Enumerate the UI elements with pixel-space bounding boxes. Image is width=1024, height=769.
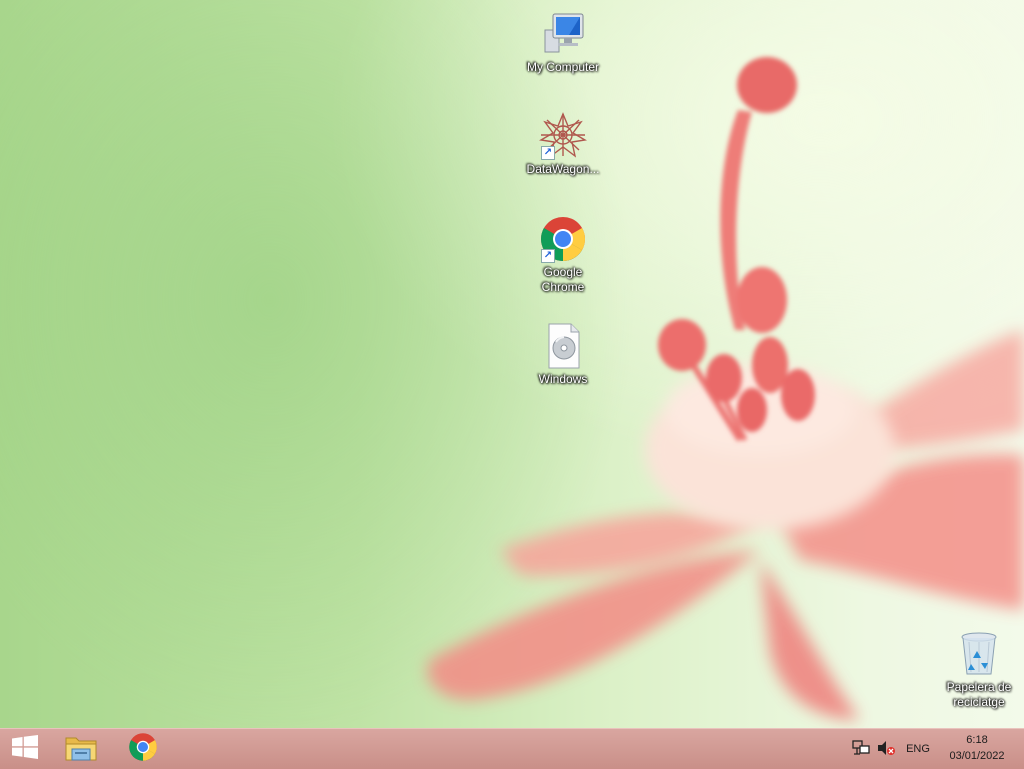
datawagon-icon: ↗ <box>538 112 588 160</box>
chrome-icon: ↗ <box>539 215 587 263</box>
my-computer-icon <box>539 10 587 58</box>
taskbar-file-explorer-button[interactable] <box>56 729 106 769</box>
clock-date: 03/01/2022 <box>949 750 1005 762</box>
tray-network-button[interactable] <box>848 729 874 769</box>
taskbar: ENG 6:18 03/01/2022 <box>0 728 1024 769</box>
desktop-icon-label: Google Chrome <box>541 265 585 294</box>
language-label: ENG <box>906 743 930 755</box>
clock-time: 6:18 <box>966 734 988 746</box>
desktop-icon-label: My Computer <box>526 60 600 74</box>
wallpaper-flower-image <box>427 57 1024 720</box>
tray-language-indicator[interactable]: ENG <box>900 729 936 769</box>
taskbar-chrome-button[interactable] <box>118 729 168 769</box>
start-button[interactable] <box>0 729 50 769</box>
desktop-icon-windows[interactable]: Windows <box>518 322 608 387</box>
shortcut-arrow-icon: ↗ <box>541 249 555 263</box>
desktop-icon-label: Windows <box>538 372 588 386</box>
file-explorer-icon <box>64 732 98 767</box>
recycle-bin-icon <box>955 630 1003 678</box>
desktop-icon-label: DataWagon... <box>526 162 600 176</box>
chrome-icon <box>128 732 158 767</box>
desktop-icon-google-chrome[interactable]: ↗ Google Chrome <box>518 215 608 295</box>
desktop-icon-recycle-bin[interactable]: Papelera de reciclatge <box>934 630 1024 710</box>
tray-volume-button[interactable] <box>874 729 898 769</box>
tray-clock[interactable]: 6:18 03/01/2022 <box>942 732 1012 764</box>
network-icon <box>852 739 870 759</box>
desktop-icon-label: Papelera de reciclatge <box>946 680 1012 709</box>
volume-muted-icon <box>877 740 895 759</box>
windows-logo-icon <box>11 734 39 764</box>
shortcut-arrow-icon: ↗ <box>541 146 555 160</box>
desktop-icon-my-computer[interactable]: My Computer <box>518 10 608 75</box>
desktop-icon-datawagon[interactable]: ↗ DataWagon... <box>518 112 608 177</box>
disc-image-file-icon <box>539 322 587 370</box>
